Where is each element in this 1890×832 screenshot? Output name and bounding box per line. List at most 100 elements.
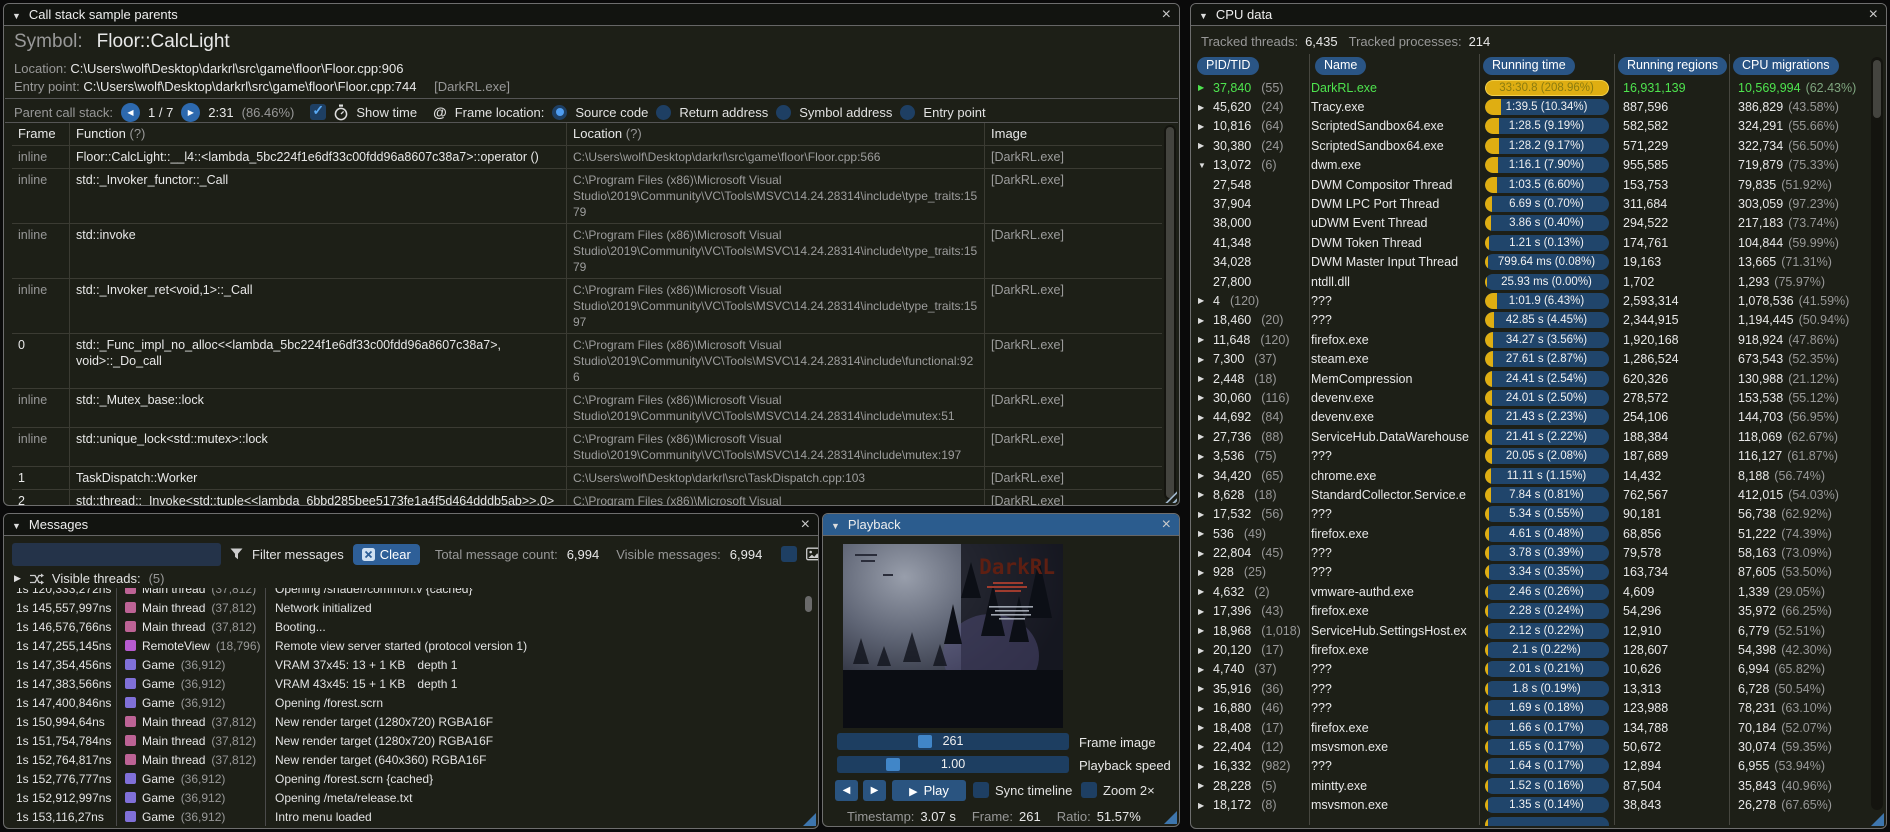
process-row[interactable]: ▶ 44,692 (84) devenv.exe 21.43 s (2.23%) 254,…: [1191, 408, 1871, 427]
process-row[interactable]: ▶ 17,532 (56)??? 5.34 s (0.55%) 90,181 56,738…: [1191, 505, 1871, 524]
scrollbar-thumb[interactable]: [1873, 60, 1881, 118]
prev-callstack-button[interactable]: [121, 102, 140, 122]
collapse-icon[interactable]: [1199, 7, 1208, 22]
process-row[interactable]: 27,800 ntdll.dll 25.93 ms (0.00%) 1,702 1,29…: [1191, 272, 1871, 291]
function-cell[interactable]: std::_Mutex_base::lock: [70, 389, 567, 427]
process-row[interactable]: ▶ 4,740 (37)??? 2.01 s (0.21%) 10,626 6,994 (6…: [1191, 660, 1871, 679]
resize-grip[interactable]: [1164, 811, 1177, 824]
process-row[interactable]: ▶ 37,840 (55) DarkRL.exe 33:30.8 (208.96%) 16…: [1191, 78, 1871, 97]
message-row[interactable]: 1s 153,116,27ns Game (36,912) Intro menu lo…: [4, 807, 802, 826]
show-time-checkbox[interactable]: [310, 102, 327, 120]
expand-icon[interactable]: ▶: [1198, 393, 1208, 402]
expand-icon[interactable]: ▶: [1198, 723, 1208, 732]
expand-icon[interactable]: ▶: [1198, 626, 1208, 635]
frame-location-radio[interactable]: [900, 104, 916, 120]
process-row[interactable]: ▶ 18,460 (20)??? 42.85 s (4.45%) 2,344,915 1,…: [1191, 311, 1871, 330]
expand-icon[interactable]: ▶: [1198, 141, 1208, 150]
speed-slider[interactable]: 1.00: [837, 756, 1069, 773]
expand-icon[interactable]: ▶: [1198, 122, 1208, 131]
process-row[interactable]: ▶ 10,816 (64) ScriptedSandbox64.exe 1:28.5 (…: [1191, 117, 1871, 136]
process-row[interactable]: 41,348 DWM Token Thread 1.21 s (0.13%) 174,…: [1191, 233, 1871, 252]
expand-icon[interactable]: ▶: [1198, 529, 1208, 538]
function-cell[interactable]: Floor::CalcLight::__l4::<lambda_5bc224f1…: [70, 146, 567, 168]
callstack-table-row[interactable]: inline std::_Invoker_ret<void,1>::_Call C:…: [12, 279, 1162, 334]
expand-icon[interactable]: ▶: [1198, 801, 1208, 810]
function-cell[interactable]: std::_Invoker_ret<void,1>::_Call: [70, 279, 567, 333]
message-row[interactable]: 1s 147,400,846ns Game (36,912) Opening /for…: [4, 693, 802, 712]
process-row[interactable]: ▶ 8,628 (18) StandardCollector.Service.e 7.8…: [1191, 485, 1871, 504]
expand-icon[interactable]: ▶: [1198, 587, 1208, 596]
expand-icon[interactable]: ▶: [1198, 781, 1208, 790]
messages-titlebar[interactable]: Messages ×: [4, 514, 818, 536]
callstack-titlebar[interactable]: Call stack sample parents ×: [4, 4, 1179, 26]
callstack-table-row[interactable]: 0 std::_Func_impl_no_alloc<<lambda_5bc224…: [12, 334, 1162, 389]
scrollbar[interactable]: [803, 590, 814, 820]
expand-icon[interactable]: ▶: [14, 573, 21, 584]
process-row[interactable]: 38,000 uDWM Event Thread 3.86 s (0.40%) 294…: [1191, 214, 1871, 233]
expand-icon[interactable]: ▶: [1198, 665, 1208, 674]
expand-icon[interactable]: ▶: [1198, 471, 1208, 480]
process-row[interactable]: ▶ 22,404 (12) msvsmon.exe 1.65 s (0.17%) 50,6…: [1191, 737, 1871, 756]
process-row[interactable]: ▶ 18,172 (8) msvsmon.exe 1.35 s (0.14%) 38,84…: [1191, 795, 1871, 814]
process-row[interactable]: ▶ 16,880 (46)??? 1.69 s (0.18%) 123,988 78,23…: [1191, 699, 1871, 718]
expand-icon[interactable]: ▶: [1198, 762, 1208, 771]
process-row[interactable]: ▶ 16,332 (982)??? 1.64 s (0.17%) 12,894 6,955…: [1191, 757, 1871, 776]
message-row[interactable]: 1s 152,764,817ns Main thread (37,812) New r…: [4, 750, 802, 769]
process-row[interactable]: ▶ 928 (25)??? 3.34 s (0.35%) 163,734 87,605 (5…: [1191, 563, 1871, 582]
process-row[interactable]: ▶ 28,228 (5) mintty.exe 1.52 s (0.16%) 87,504…: [1191, 776, 1871, 795]
callstack-table-row[interactable]: 1 TaskDispatch::Worker C:\Users\wolf\Deskt…: [12, 467, 1162, 490]
expand-icon[interactable]: ▶: [1198, 413, 1208, 422]
sync-timeline-checkbox[interactable]: [973, 782, 989, 798]
process-row[interactable]: ▶ 35,916 (36)??? 1.8 s (0.19%) 13,313 6,728 (5…: [1191, 679, 1871, 698]
expand-icon[interactable]: ▶: [1198, 374, 1208, 383]
callstack-table-row[interactable]: inline std::invoke C:\Program Files (x86)\…: [12, 224, 1162, 279]
process-row[interactable]: ▶ 30,060 (116) devenv.exe 24.01 s (2.50%) 278…: [1191, 388, 1871, 407]
cpu-titlebar[interactable]: CPU data ×: [1191, 4, 1886, 26]
expand-icon[interactable]: ▶: [1198, 684, 1208, 693]
process-row[interactable]: 27,548 DWM Compositor Thread 1:03.5 (6.60%…: [1191, 175, 1871, 194]
process-row[interactable]: 34,028 DWM Master Input Thread 799.64 ms (…: [1191, 253, 1871, 272]
next-frame-button[interactable]: ▶: [863, 780, 886, 801]
process-row[interactable]: ▶ 2,448 (18) MemCompression 24.41 s (2.54%) 6…: [1191, 369, 1871, 388]
message-row[interactable]: 1s 151,754,784ns Main thread (37,812) New r…: [4, 731, 802, 750]
scrollbar[interactable]: [1164, 125, 1176, 500]
collapse-icon[interactable]: [12, 7, 21, 22]
process-row[interactable]: ▶ 536 (49) firefox.exe 4.61 s (0.48%) 68,856 5…: [1191, 524, 1871, 543]
prev-frame-button[interactable]: ◀: [835, 780, 858, 801]
process-row[interactable]: ▶ 11,648 (120) firefox.exe 34.27 s (3.56%) 1,…: [1191, 330, 1871, 349]
expand-icon[interactable]: ▶: [1198, 568, 1208, 577]
callstack-table-row[interactable]: inline std::_Mutex_base::lock C:\Program F…: [12, 389, 1162, 428]
frame-location-radio[interactable]: [656, 104, 672, 120]
process-row[interactable]: ▶ 20,120 (17) firefox.exe 2.1 s (0.22%) 128,6…: [1191, 640, 1871, 659]
expand-icon[interactable]: ▶: [1198, 316, 1208, 325]
collapse-icon[interactable]: [831, 517, 840, 532]
expand-icon[interactable]: ▶: [1198, 607, 1208, 616]
column-header-name[interactable]: Name: [1315, 57, 1367, 75]
expand-icon[interactable]: ▶: [1198, 335, 1208, 344]
message-row[interactable]: 1s 150,994,64ns Main thread (37,812) New re…: [4, 712, 802, 731]
filter-input[interactable]: [12, 542, 221, 566]
expand-icon[interactable]: ▶: [1198, 432, 1208, 441]
process-row[interactable]: ▶ 7,300 (37) steam.exe 27.61 s (2.87%) 1,286,…: [1191, 349, 1871, 368]
callstack-table-row[interactable]: inline std::unique_lock<std::mutex>::lock…: [12, 428, 1162, 467]
clear-button[interactable]: Clear: [352, 543, 420, 565]
show-images-checkbox[interactable]: [781, 546, 798, 562]
callstack-table-row[interactable]: inline std::_Invoker_functor::_Call C:\Pro…: [12, 169, 1162, 224]
close-icon[interactable]: ×: [1869, 6, 1878, 23]
message-row[interactable]: 1s 152,776,777ns Game (36,912) Opening /for…: [4, 769, 802, 788]
expand-icon[interactable]: ▶: [1198, 296, 1208, 305]
process-row[interactable]: ▶ 17,396 (43) firefox.exe 2.28 s (0.24%) 54,2…: [1191, 602, 1871, 621]
callstack-table-row[interactable]: inline Floor::CalcLight::__l4::<lambda_5b…: [12, 146, 1162, 169]
expand-icon[interactable]: ▶: [1198, 742, 1208, 751]
message-row[interactable]: 1s 147,383,566ns Game (36,912) VRAM 43x45: …: [4, 674, 802, 693]
function-cell[interactable]: std::invoke: [70, 224, 567, 278]
zoom-2x-checkbox[interactable]: [1081, 782, 1097, 798]
expand-icon[interactable]: ▶: [1198, 83, 1208, 92]
function-cell[interactable]: std::_Func_impl_no_alloc<<lambda_5bc224f…: [70, 334, 567, 388]
resize-grip[interactable]: [1871, 813, 1884, 826]
expand-icon[interactable]: ▶: [1198, 704, 1208, 713]
frame-location-radio[interactable]: [552, 104, 568, 120]
message-row[interactable]: 1s 147,354,456ns Game (36,912) VRAM 37x45: …: [4, 655, 802, 674]
expand-icon[interactable]: ▶: [1198, 103, 1208, 112]
frame-location-radio[interactable]: [776, 104, 792, 120]
